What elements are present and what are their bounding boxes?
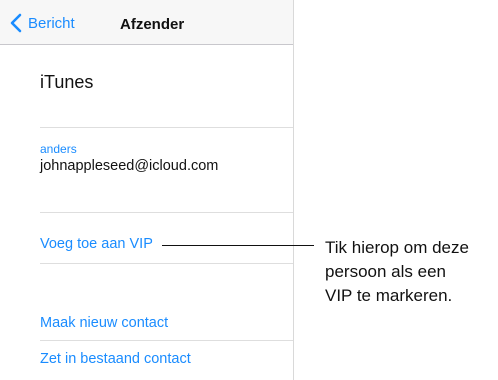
sender-name: iTunes bbox=[40, 72, 94, 92]
phone-screen: Bericht Afzender iTunes anders johnapple… bbox=[0, 0, 294, 380]
phone-edge-divider bbox=[293, 0, 294, 380]
separator bbox=[40, 340, 293, 341]
separator bbox=[40, 263, 293, 264]
email-type-label: anders bbox=[40, 142, 77, 156]
callout-leader-line bbox=[162, 245, 314, 246]
add-to-existing-contact-button[interactable]: Zet in bestaand contact bbox=[40, 351, 191, 367]
back-button[interactable]: Bericht bbox=[10, 9, 75, 37]
separator bbox=[40, 127, 293, 128]
callout-annotation: Tik hierop om deze persoon als een VIP t… bbox=[325, 236, 469, 308]
callout-line-3: VIP te markeren. bbox=[325, 286, 453, 305]
add-to-vip-button[interactable]: Voeg toe aan VIP bbox=[40, 236, 153, 252]
separator bbox=[40, 212, 293, 213]
navigation-bar: Bericht Afzender bbox=[0, 0, 293, 45]
page-title: Afzender bbox=[120, 16, 185, 33]
email-address[interactable]: johnappleseed@icloud.com bbox=[40, 158, 218, 174]
callout-line-1: Tik hierop om deze bbox=[325, 238, 469, 257]
chevron-left-icon bbox=[10, 13, 22, 33]
back-button-label[interactable]: Bericht bbox=[28, 15, 75, 32]
create-new-contact-button[interactable]: Maak nieuw contact bbox=[40, 315, 168, 331]
callout-line-2: persoon als een bbox=[325, 262, 446, 281]
